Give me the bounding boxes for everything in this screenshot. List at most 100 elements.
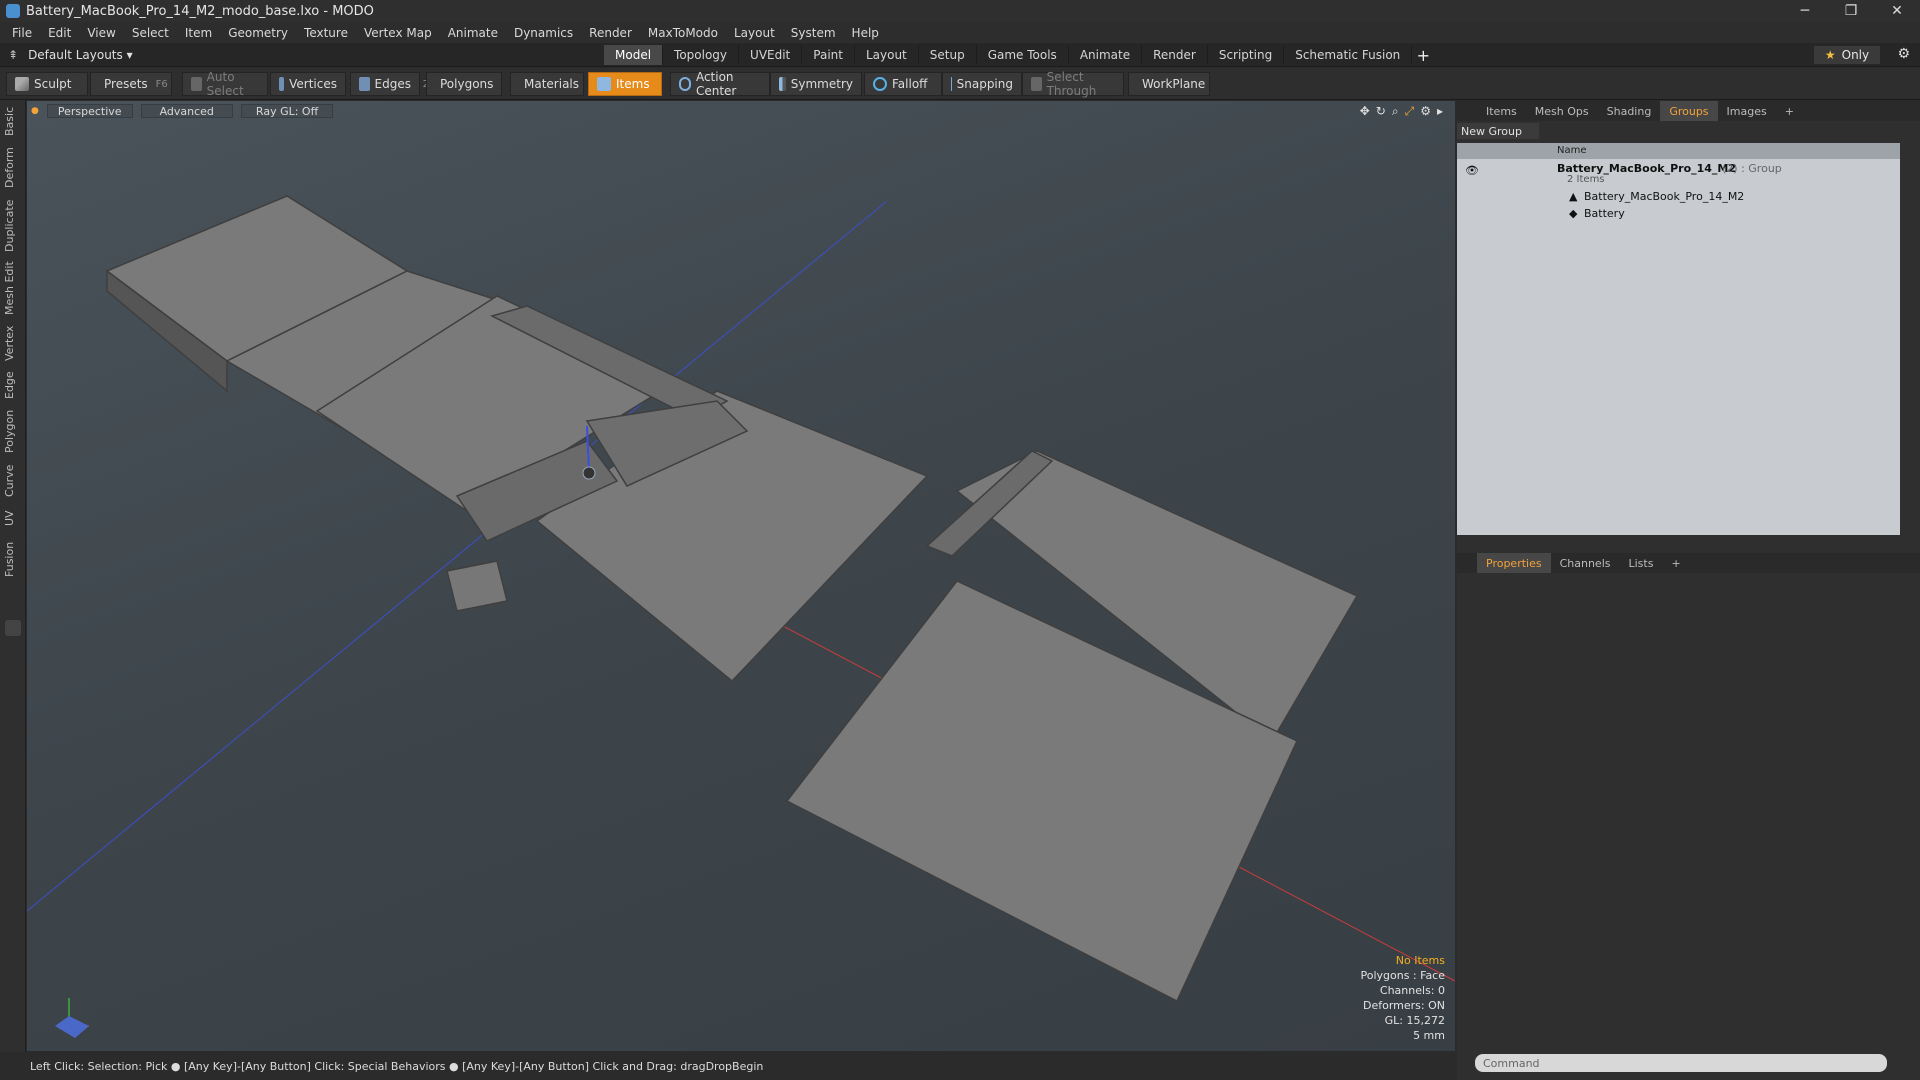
group-child-row[interactable]: ▲ Battery_MacBook_Pro_14_M2: [1457, 189, 1900, 205]
add-panel-tab-icon[interactable]: +: [1776, 101, 1803, 121]
only-toggle[interactable]: ★ Only: [1814, 46, 1880, 64]
tab-layout[interactable]: Layout: [855, 45, 919, 65]
menu-vertex-map[interactable]: Vertex Map: [356, 26, 440, 40]
tab-model[interactable]: Model: [604, 45, 664, 65]
menu-animate[interactable]: Animate: [440, 26, 506, 40]
tab-fusion[interactable]: Fusion: [3, 538, 23, 580]
menu-maxtomodo[interactable]: MaxToModo: [640, 26, 726, 40]
menu-select[interactable]: Select: [124, 26, 177, 40]
falloff-button[interactable]: Falloff: [864, 72, 942, 96]
menu-file[interactable]: File: [4, 26, 40, 40]
left-tool-tabs: Basic Deform Duplicate Mesh Edit Vertex …: [0, 100, 26, 1052]
close-button[interactable]: ✕: [1874, 0, 1920, 22]
mesh-icon: ▲: [1569, 190, 1578, 203]
tab-properties[interactable]: Properties: [1477, 553, 1551, 573]
tab-topology[interactable]: Topology: [663, 45, 740, 65]
right-panel: Items Mesh Ops Shading Groups Images + N…: [1457, 101, 1920, 1080]
tab-basic[interactable]: Basic: [3, 106, 23, 136]
gizmo-center-icon: [582, 466, 596, 480]
menu-layout[interactable]: Layout: [726, 26, 783, 40]
tab-mesh-ops[interactable]: Mesh Ops: [1526, 101, 1598, 121]
group-icon: ◆: [1569, 207, 1578, 220]
presets-shortcut: F6: [155, 78, 168, 90]
snapping-label: Snapping: [956, 77, 1013, 91]
viewport-menu-icon[interactable]: ●: [31, 106, 39, 116]
menu-edit[interactable]: Edit: [40, 26, 79, 40]
symmetry-button[interactable]: Symmetry: [770, 72, 862, 96]
fit-icon[interactable]: ⤢: [1405, 104, 1415, 119]
group-child-row[interactable]: ◆ Battery: [1457, 206, 1900, 222]
tab-animate[interactable]: Animate: [1069, 45, 1143, 65]
tab-setup[interactable]: Setup: [919, 45, 977, 65]
gear-icon[interactable]: ⚙: [1897, 46, 1910, 62]
tab-shading[interactable]: Shading: [1598, 101, 1661, 121]
menu-system[interactable]: System: [783, 26, 844, 40]
perspective-button[interactable]: Perspective: [46, 104, 133, 118]
maximize-button[interactable]: ❐: [1828, 0, 1874, 22]
groups-list: Name 👁 Battery_MacBook_Pro_14_M2 (2) : G…: [1457, 143, 1900, 535]
tab-duplicate[interactable]: Duplicate: [3, 198, 23, 254]
3d-viewport[interactable]: ● Perspective Advanced Ray GL: Off ✥ ↻ ⌕…: [27, 101, 1455, 1051]
action-center-button[interactable]: Action Center: [670, 70, 770, 98]
vertices-button[interactable]: Vertices1: [270, 72, 355, 96]
tab-edge[interactable]: Edge: [3, 368, 23, 402]
tab-uv[interactable]: UV: [3, 504, 23, 532]
menu-view[interactable]: View: [79, 26, 123, 40]
rotate-view-icon[interactable]: ↻: [1376, 104, 1386, 119]
tab-game-tools[interactable]: Game Tools: [977, 45, 1069, 65]
viewport-nav-icons: ✥ ↻ ⌕ ⤢ ⚙ ▸: [1360, 104, 1443, 119]
command-input[interactable]: Command: [1475, 1054, 1887, 1072]
sculpt-button[interactable]: Sculpt: [6, 72, 88, 96]
tab-curve[interactable]: Curve: [3, 460, 23, 502]
menu-help[interactable]: Help: [844, 26, 887, 40]
bottom-panel-tabs: Properties Channels Lists +: [1457, 553, 1920, 573]
group-row[interactable]: 👁 Battery_MacBook_Pro_14_M2 (2) : Group …: [1457, 160, 1900, 186]
add-bottom-tab-icon[interactable]: +: [1662, 553, 1689, 573]
new-group-button[interactable]: New Group: [1457, 123, 1539, 139]
menu-geometry[interactable]: Geometry: [220, 26, 296, 40]
tab-scripting[interactable]: Scripting: [1208, 45, 1285, 65]
default-layouts-dropdown[interactable]: ⇞ Default Layouts ▾: [8, 46, 133, 64]
advanced-button[interactable]: Advanced: [140, 104, 233, 118]
tab-items[interactable]: Items: [1477, 101, 1526, 121]
tab-render[interactable]: Render: [1142, 45, 1208, 65]
menu-item[interactable]: Item: [177, 26, 220, 40]
tab-mesh-edit[interactable]: Mesh Edit: [3, 260, 23, 316]
edges-button[interactable]: Edges2: [350, 72, 429, 96]
workplane-button[interactable]: WorkPlane: [1128, 72, 1210, 96]
viewport-more-icon[interactable]: ▸: [1437, 104, 1443, 119]
tab-deform[interactable]: Deform: [3, 146, 23, 190]
add-tab-plus-icon[interactable]: +: [1412, 45, 1434, 65]
brush-icon: [15, 77, 29, 91]
select-through-button[interactable]: Select Through: [1022, 70, 1124, 98]
tab-vertex[interactable]: Vertex: [3, 322, 23, 364]
auto-select-button[interactable]: Auto Select: [182, 70, 268, 98]
viewport-gear-icon[interactable]: ⚙: [1420, 104, 1431, 119]
tab-schematic-fusion[interactable]: Schematic Fusion: [1284, 45, 1413, 65]
tab-polygon[interactable]: Polygon: [3, 406, 23, 456]
tab-groups[interactable]: Groups: [1660, 101, 1718, 121]
polygons-button[interactable]: Polygons: [426, 72, 502, 96]
visibility-eye-icon[interactable]: 👁: [1465, 164, 1479, 177]
panel-toggle-icon[interactable]: [5, 620, 21, 636]
zoom-icon[interactable]: ⌕: [1392, 104, 1399, 119]
snapping-button[interactable]: Snapping: [942, 72, 1022, 96]
name-column-header[interactable]: Name: [1557, 145, 1587, 156]
items-button[interactable]: Items: [588, 72, 662, 96]
hud-gl: GL: 15,272: [1384, 1014, 1445, 1027]
move-view-icon[interactable]: ✥: [1360, 104, 1370, 119]
tab-paint[interactable]: Paint: [802, 45, 855, 65]
menu-texture[interactable]: Texture: [296, 26, 356, 40]
tab-lists[interactable]: Lists: [1620, 553, 1663, 573]
edges-icon: [359, 77, 370, 91]
tab-uvedit[interactable]: UVEdit: [739, 45, 803, 65]
menu-render[interactable]: Render: [581, 26, 640, 40]
tab-channels[interactable]: Channels: [1551, 553, 1620, 573]
minimize-button[interactable]: ─: [1782, 0, 1828, 22]
tab-images[interactable]: Images: [1718, 101, 1776, 121]
auto-select-label: Auto Select: [206, 70, 244, 98]
raygl-button[interactable]: Ray GL: Off: [240, 104, 334, 118]
menu-dynamics[interactable]: Dynamics: [506, 26, 581, 40]
materials-button[interactable]: Materials: [510, 72, 584, 96]
presets-button[interactable]: Presets F6: [90, 72, 172, 96]
